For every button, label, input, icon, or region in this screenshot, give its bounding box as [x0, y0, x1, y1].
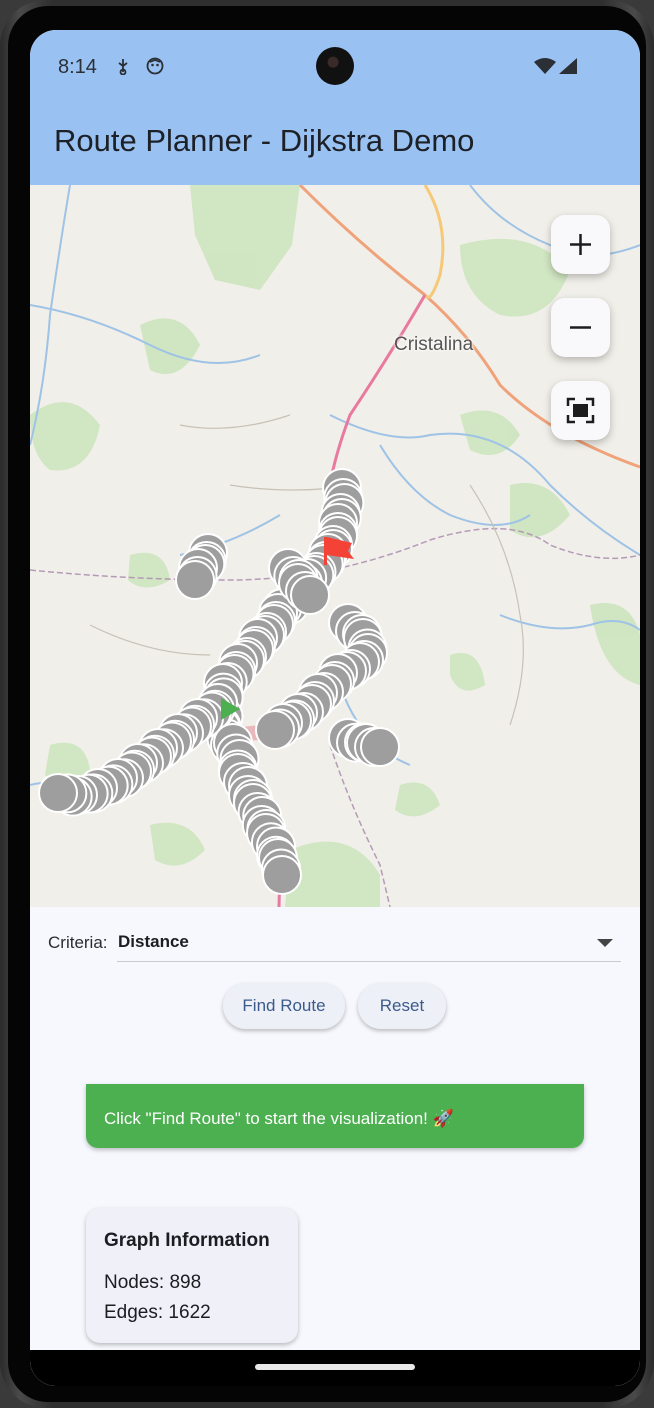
status-banner: Click "Find Route" to start the visualiz… [86, 1084, 584, 1148]
graph-info-card: Graph Information Nodes: 898 Edges: 1622 [86, 1208, 298, 1343]
wifi-icon [533, 57, 557, 75]
app-notification-icon [146, 57, 164, 75]
graph-node [255, 710, 295, 750]
criteria-dropdown[interactable]: Distance [117, 921, 621, 962]
graph-nodes-layer [38, 468, 400, 895]
banner-text: Click "Find Route" to start the visualiz… [104, 1109, 454, 1128]
graph-node [290, 575, 330, 615]
end-flag-pole [324, 537, 327, 565]
graph-info-nodes: Nodes: 898 [104, 1272, 202, 1293]
home-gesture-handle[interactable] [255, 1364, 415, 1370]
device-screen: 8:14 Route Planner - Dijkstra Demo Crist… [30, 30, 640, 1386]
graph-node [175, 560, 215, 600]
map-view[interactable]: Cristalina [30, 185, 640, 907]
app-bar: 8:14 Route Planner - Dijkstra Demo [30, 30, 640, 185]
zoom-out-button[interactable] [551, 298, 610, 357]
graph-info-edges: Edges: 1622 [104, 1302, 211, 1323]
zoom-in-button[interactable] [551, 215, 610, 274]
controls-panel: Criteria: Distance Find Route Reset Clic… [30, 907, 640, 1386]
find-route-button[interactable]: Find Route [223, 983, 345, 1029]
page-title: Route Planner - Dijkstra Demo [54, 123, 475, 158]
chevron-down-icon [597, 939, 613, 947]
phone-bezel: 8:14 Route Planner - Dijkstra Demo Crist… [8, 6, 646, 1402]
fit-bounds-button[interactable] [551, 381, 610, 440]
cellular-signal-icon [558, 57, 578, 75]
status-time: 8:14 [58, 56, 97, 78]
graph-node [360, 727, 400, 767]
usb-debug-icon [114, 57, 132, 76]
graph-node [262, 855, 302, 895]
phone-frame: 8:14 Route Planner - Dijkstra Demo Crist… [0, 0, 654, 1408]
criteria-label: Criteria: [48, 933, 108, 952]
front-camera [316, 47, 354, 85]
reset-button[interactable]: Reset [358, 983, 446, 1029]
graph-info-title: Graph Information [104, 1230, 270, 1251]
criteria-value: Distance [118, 932, 189, 951]
system-nav-bar [30, 1350, 640, 1386]
plus-icon [570, 234, 591, 255]
fit-screen-icon [566, 397, 595, 424]
minus-icon [570, 326, 591, 329]
graph-node [38, 773, 78, 813]
